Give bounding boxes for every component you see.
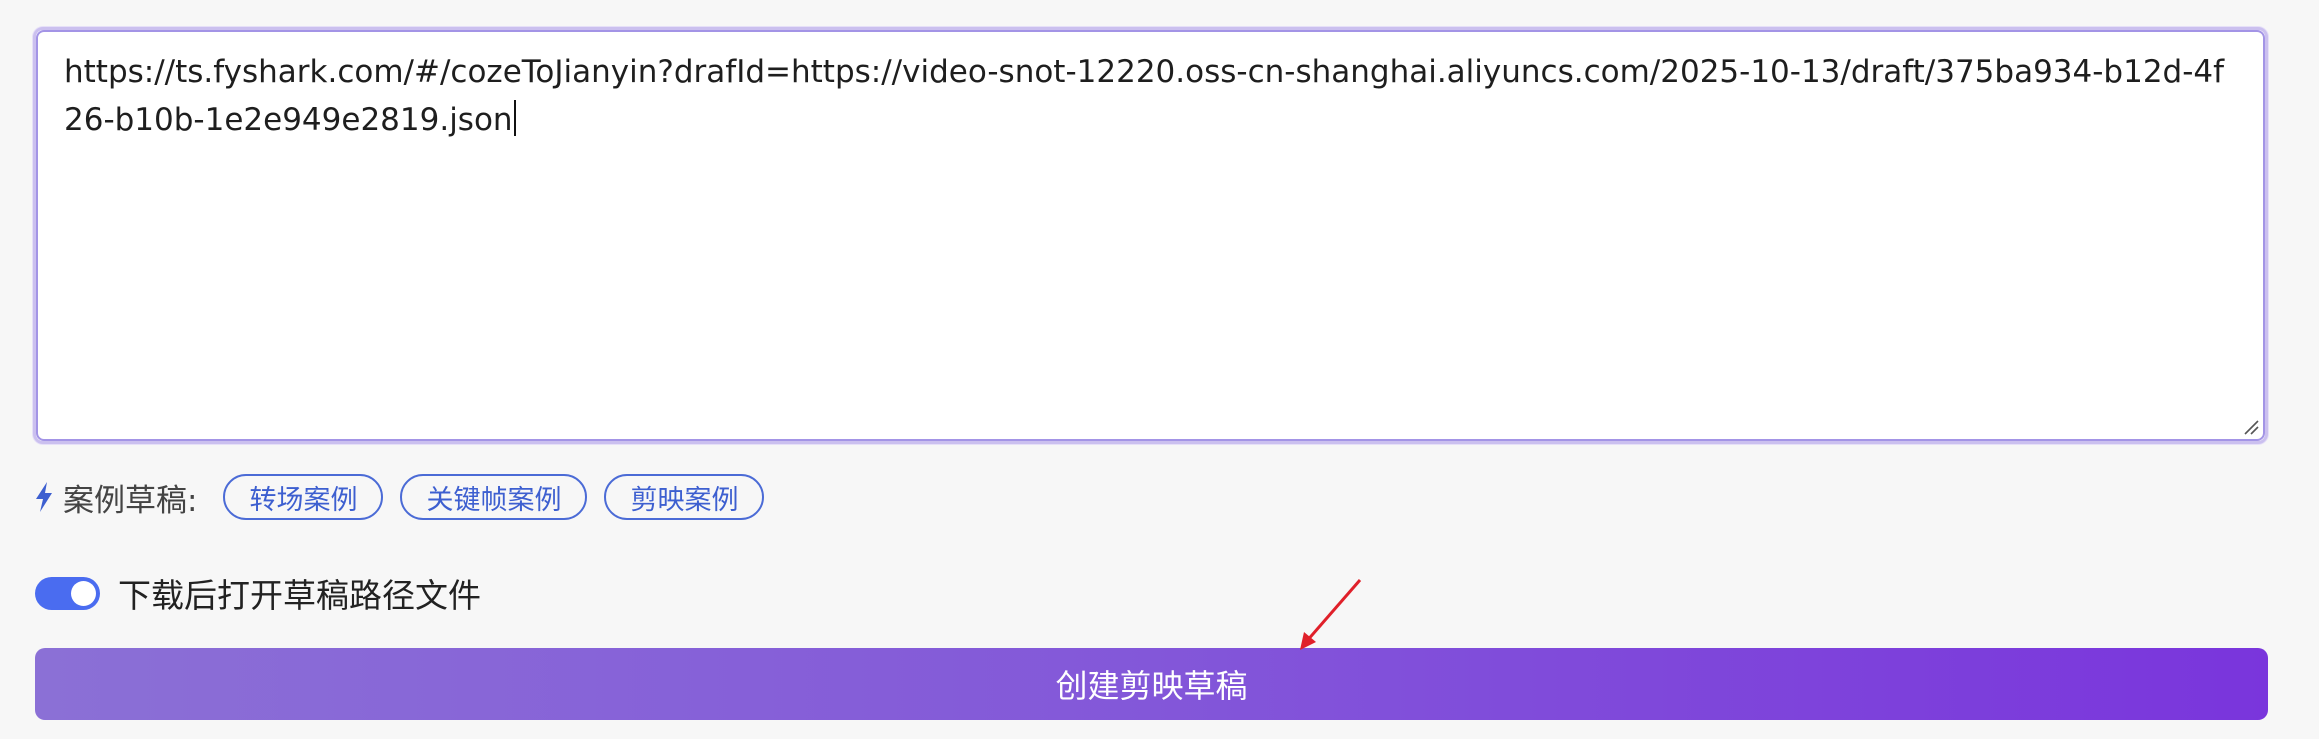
open-after-download-label: 下载后打开草稿路径文件 bbox=[118, 576, 481, 615]
draft-url-textarea[interactable]: https://ts.fyshark.com/#/cozeToJianyin?d… bbox=[36, 30, 2265, 441]
draft-url-field-wrapper: https://ts.fyshark.com/#/cozeToJianyin?d… bbox=[33, 27, 2268, 444]
example-chip-transition[interactable]: 转场案例 bbox=[223, 474, 384, 520]
annotation-arrow-icon bbox=[1300, 579, 1362, 650]
text-caret bbox=[513, 100, 516, 136]
draft-url-text: https://ts.fyshark.com/#/cozeToJianyin?d… bbox=[64, 54, 2225, 138]
toggle-knob bbox=[71, 580, 96, 606]
create-draft-button[interactable]: 创建剪映草稿 bbox=[35, 648, 2268, 720]
resize-handle-icon[interactable] bbox=[2241, 417, 2259, 435]
example-chip-jianying[interactable]: 剪映案例 bbox=[604, 474, 765, 520]
example-drafts-row: 案例草稿: 转场案例 关键帧案例 剪映案例 bbox=[33, 472, 781, 522]
examples-label: 案例草稿: bbox=[63, 482, 198, 519]
bolt-icon bbox=[36, 482, 52, 512]
open-after-download-toggle[interactable] bbox=[35, 576, 100, 610]
example-chip-keyframe[interactable]: 关键帧案例 bbox=[400, 474, 588, 520]
draft-creator-panel: https://ts.fyshark.com/#/cozeToJianyin?d… bbox=[0, 0, 2319, 739]
open-after-download-option: 下载后打开草稿路径文件 bbox=[35, 570, 481, 616]
